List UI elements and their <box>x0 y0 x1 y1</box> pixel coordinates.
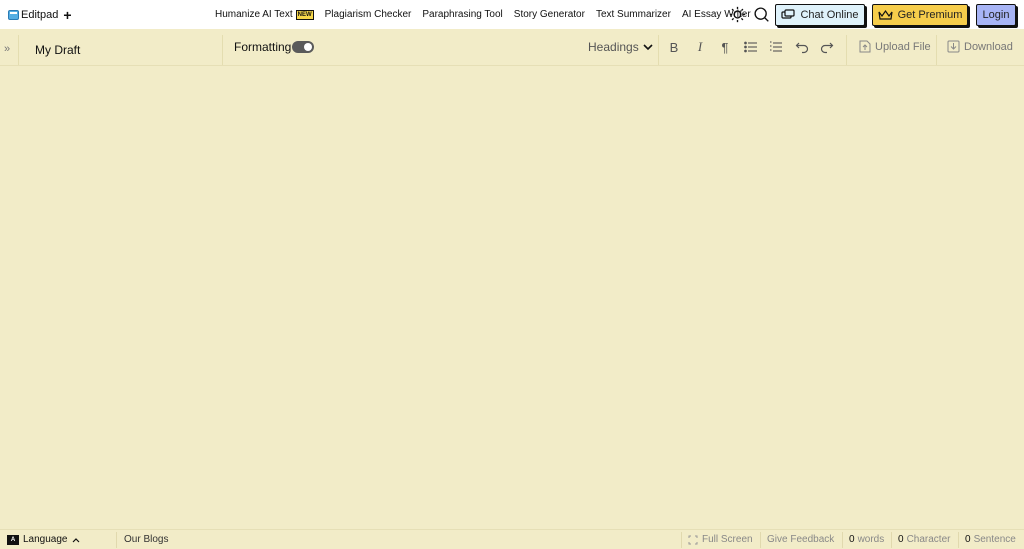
download-icon <box>947 40 960 53</box>
nav-humanize-ai-text[interactable]: Humanize AI Text NEW <box>215 9 314 20</box>
get-premium-label: Get Premium <box>897 9 963 21</box>
formatting-label: Formatting <box>234 40 292 54</box>
give-feedback-link[interactable]: Give Feedback <box>767 534 834 545</box>
divider <box>846 35 847 65</box>
download-label: Download <box>964 40 1013 53</box>
draft-title[interactable]: My Draft <box>35 43 80 57</box>
chat-icon <box>781 9 796 19</box>
nav-humanize-label: Humanize AI Text <box>215 9 293 20</box>
nav-plagiarism-checker[interactable]: Plagiarism Checker <box>325 9 412 20</box>
full-screen-button[interactable]: Full Screen <box>688 534 753 545</box>
word-count-value: 0 <box>849 534 855 545</box>
crown-icon <box>877 9 893 20</box>
top-navigation-bar: Editpad + Humanize AI Text NEW Plagiaris… <box>0 0 1024 29</box>
divider <box>116 532 117 548</box>
divider <box>658 35 659 65</box>
nav-text-summarizer[interactable]: Text Summarizer <box>596 9 671 20</box>
download-button[interactable]: Download <box>947 40 1013 53</box>
bold-icon[interactable]: B <box>667 40 681 55</box>
toggle-knob <box>304 43 312 51</box>
bottom-status-bar: A Language Our Blogs Full Screen Give Fe… <box>0 529 1024 549</box>
main-nav: Humanize AI Text NEW Plagiarism Checker … <box>215 0 762 29</box>
editpad-logo[interactable]: Editpad + <box>8 8 72 22</box>
language-selector[interactable]: A Language <box>7 534 80 545</box>
divider <box>760 532 761 548</box>
sun-icon[interactable] <box>729 6 746 23</box>
character-count-label: Character <box>906 534 951 545</box>
character-count-value: 0 <box>898 534 904 545</box>
sentence-count: 0 Sentence <box>965 534 1016 545</box>
expand-sidebar-icon[interactable]: » <box>4 43 10 55</box>
word-count-label: words <box>857 534 885 545</box>
divider <box>891 532 892 548</box>
get-premium-button[interactable]: Get Premium <box>872 4 968 26</box>
divider <box>936 35 937 65</box>
numbered-list-icon[interactable] <box>769 40 783 54</box>
editpad-logo-icon <box>8 9 19 20</box>
italic-icon[interactable]: I <box>693 39 707 54</box>
logo-text: Editpad <box>21 8 59 21</box>
language-label: Language <box>23 534 68 545</box>
bullet-list-icon[interactable] <box>744 40 758 54</box>
nav-paraphrasing-tool[interactable]: Paraphrasing Tool <box>422 9 502 20</box>
upload-file-icon <box>859 40 871 53</box>
headings-label: Headings <box>588 40 639 54</box>
formatting-toggle[interactable] <box>292 41 314 53</box>
editor-text-area[interactable] <box>0 67 1024 529</box>
character-count: 0 Character <box>898 534 950 545</box>
chevron-down-icon <box>643 43 653 50</box>
headings-dropdown[interactable]: Headings <box>588 40 653 54</box>
login-button[interactable]: Login <box>976 4 1016 26</box>
fullscreen-icon <box>688 535 698 544</box>
redo-icon[interactable] <box>820 40 834 54</box>
search-icon[interactable] <box>753 6 770 23</box>
chat-online-button[interactable]: Chat Online <box>775 4 865 26</box>
divider <box>842 532 843 548</box>
divider <box>681 532 682 548</box>
chat-online-label: Chat Online <box>800 9 859 21</box>
nav-story-generator[interactable]: Story Generator <box>514 9 585 20</box>
new-document-plus-button[interactable]: + <box>63 8 71 22</box>
paragraph-icon[interactable]: ¶ <box>718 40 732 55</box>
sentence-count-label: Sentence <box>973 534 1016 545</box>
translate-icon: A <box>7 534 19 545</box>
divider <box>18 35 19 65</box>
chevron-up-icon <box>72 537 79 542</box>
upload-file-label: Upload File <box>875 40 931 53</box>
divider <box>958 532 959 548</box>
our-blogs-link[interactable]: Our Blogs <box>124 534 168 545</box>
full-screen-label: Full Screen <box>702 534 753 545</box>
sentence-count-value: 0 <box>965 534 971 545</box>
upload-file-button[interactable]: Upload File <box>859 40 931 53</box>
undo-icon[interactable] <box>795 40 809 54</box>
word-count: 0 words <box>849 534 884 545</box>
editor-toolbar: » My Draft Formatting Headings B I ¶ Upl… <box>0 29 1024 66</box>
divider <box>222 35 223 65</box>
new-badge: NEW <box>295 9 314 20</box>
